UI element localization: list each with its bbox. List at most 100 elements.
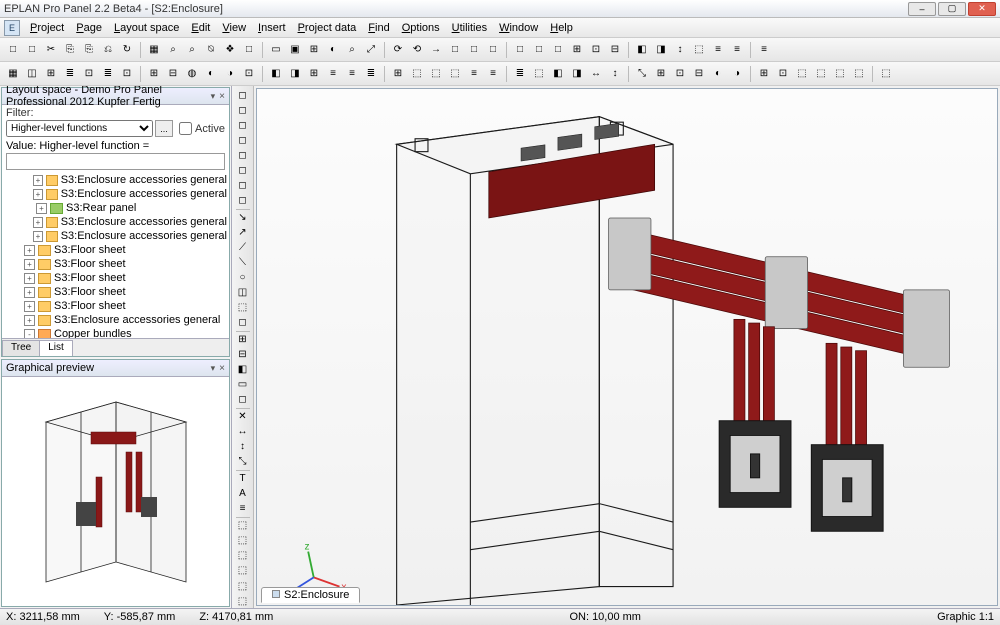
tree-row[interactable]: +S3:Enclosure accessories general [4,215,227,229]
tb2-btn-14[interactable]: ◨ [286,65,304,83]
vtb-btn-29[interactable]: T [234,472,252,486]
menu-view[interactable]: View [216,20,252,36]
tb2-btn-42[interactable]: ⬚ [850,65,868,83]
tree-expand-icon[interactable]: + [33,189,43,200]
vtb-btn-37[interactable]: ⬚ [234,579,252,593]
close-button[interactable]: ✕ [968,2,996,16]
tb1-btn-16[interactable]: ◐ [324,41,342,59]
menu-project[interactable]: Project [24,20,70,36]
tb2-btn-23[interactable]: ≡ [465,65,483,83]
vtb-btn-5[interactable]: ◻ [234,163,252,177]
tab-list[interactable]: List [39,340,73,356]
tb1-btn-34[interactable]: ⬚ [690,41,708,59]
menu-find[interactable]: Find [362,20,395,36]
filter-browse-button[interactable]: ... [155,120,173,137]
tree-row[interactable]: +S3:Rear panel [4,201,227,215]
tb1-btn-7[interactable]: ▦ [145,41,163,59]
tb2-btn-4[interactable]: ⊡ [80,65,98,83]
vtb-btn-14[interactable]: ◫ [234,286,252,300]
panel-close-icon[interactable]: × [219,91,225,102]
menu-help[interactable]: Help [544,20,579,36]
tb2-btn-30[interactable]: ↕ [606,65,624,83]
doc-tab-enclosure[interactable]: S2:Enclosure [261,587,360,603]
tb1-btn-8[interactable]: ⌕ [164,41,182,59]
vtb-btn-33[interactable]: ⬚ [234,519,252,533]
menu-layout-space[interactable]: Layout space [108,20,185,36]
tb1-btn-32[interactable]: ◨ [652,41,670,59]
tb2-btn-22[interactable]: ⬚ [446,65,464,83]
tb2-btn-20[interactable]: ⬚ [408,65,426,83]
vtb-btn-25[interactable]: ↔ [234,425,252,439]
tree-expand-icon[interactable]: + [33,217,43,228]
vtb-btn-0[interactable]: ◻ [234,88,252,102]
tb2-btn-11[interactable]: ◑ [221,65,239,83]
tb1-btn-10[interactable]: ⍉ [202,41,220,59]
tree-row[interactable]: +S3:Enclosure accessories general [4,229,227,243]
tb2-btn-17[interactable]: ≡ [343,65,361,83]
tb2-btn-26[interactable]: ⬚ [530,65,548,83]
tb2-btn-36[interactable]: ◑ [728,65,746,83]
tb2-btn-21[interactable]: ⬚ [427,65,445,83]
tb1-btn-26[interactable]: □ [530,41,548,59]
tb1-btn-20[interactable]: ⟲ [408,41,426,59]
menu-insert[interactable]: Insert [252,20,292,36]
tb2-btn-27[interactable]: ◧ [549,65,567,83]
panel-close-icon[interactable]: × [219,363,225,374]
tb2-btn-15[interactable]: ⊞ [305,65,323,83]
tb2-btn-1[interactable]: ◫ [23,65,41,83]
tree-expand-icon[interactable]: + [24,301,35,312]
tb2-btn-39[interactable]: ⬚ [793,65,811,83]
tb1-btn-5[interactable]: ⎌ [99,41,117,59]
tb2-btn-18[interactable]: ≣ [362,65,380,83]
tb2-btn-13[interactable]: ◧ [267,65,285,83]
menu-edit[interactable]: Edit [185,20,216,36]
tb1-btn-12[interactable]: □ [240,41,258,59]
tree-row[interactable]: +S3:Floor sheet [4,299,227,313]
tb2-btn-24[interactable]: ≡ [484,65,502,83]
menu-page[interactable]: Page [70,20,108,36]
vtb-btn-9[interactable]: ↘ [234,210,252,224]
menu-options[interactable]: Options [396,20,446,36]
tb1-btn-9[interactable]: ⌕ [183,41,201,59]
vtb-btn-34[interactable]: ⬚ [234,534,252,548]
vtb-btn-21[interactable]: ▭ [234,378,252,392]
tb2-btn-10[interactable]: ◐ [202,65,220,83]
tree-expand-icon[interactable]: + [24,273,35,284]
vtb-btn-36[interactable]: ⬚ [234,564,252,578]
vtb-btn-6[interactable]: ◻ [234,178,252,192]
vtb-btn-16[interactable]: ◻ [234,316,252,330]
minimize-button[interactable]: – [908,2,936,16]
tree-expand-icon[interactable]: + [33,175,43,186]
tb1-btn-29[interactable]: ⊡ [587,41,605,59]
filter-combo[interactable]: Higher-level functions [6,120,153,137]
tb1-btn-13[interactable]: ▭ [267,41,285,59]
tb2-btn-41[interactable]: ⬚ [831,65,849,83]
tb1-btn-23[interactable]: □ [465,41,483,59]
tb1-btn-17[interactable]: ⌕ [343,41,361,59]
tb1-btn-3[interactable]: ⎘ [61,41,79,59]
tb1-btn-14[interactable]: ▣ [286,41,304,59]
tree-expand-icon[interactable]: + [36,203,47,214]
tb2-btn-43[interactable]: ⬚ [877,65,895,83]
pin-icon[interactable]: ▾ [211,363,216,374]
vtb-btn-10[interactable]: ↗ [234,225,252,239]
tree-row[interactable]: +S3:Floor sheet [4,271,227,285]
tb2-btn-37[interactable]: ⊞ [755,65,773,83]
tb2-btn-0[interactable]: ▦ [4,65,22,83]
vtb-btn-13[interactable]: ○ [234,271,252,285]
tab-tree[interactable]: Tree [2,340,40,356]
vtb-btn-26[interactable]: ↕ [234,440,252,454]
vtb-btn-31[interactable]: ≡ [234,502,252,516]
menu-utilities[interactable]: Utilities [446,20,493,36]
tb1-btn-37[interactable]: ≡ [755,41,773,59]
vtb-btn-11[interactable]: ⟋ [234,240,252,254]
vtb-btn-7[interactable]: ◻ [234,193,252,207]
vtb-btn-24[interactable]: ✕ [234,410,252,424]
tb2-btn-35[interactable]: ◐ [709,65,727,83]
vtb-btn-35[interactable]: ⬚ [234,549,252,563]
tree-expand-icon[interactable]: + [24,259,35,270]
vtb-btn-15[interactable]: ⬚ [234,301,252,315]
tb1-btn-27[interactable]: □ [549,41,567,59]
tb1-btn-24[interactable]: □ [484,41,502,59]
tb2-btn-19[interactable]: ⊞ [389,65,407,83]
